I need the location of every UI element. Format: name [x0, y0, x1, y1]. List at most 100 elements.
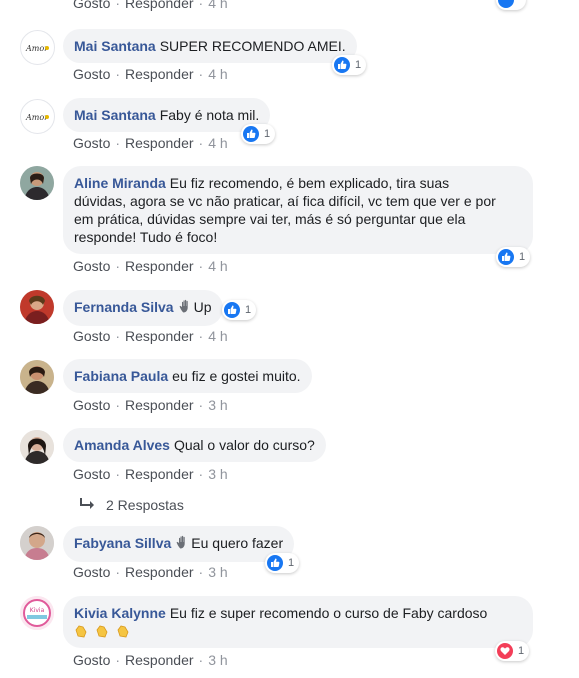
separator-dot: ·: [198, 135, 204, 151]
comment-actions: Gosto · Responder · 4 h: [73, 0, 228, 11]
reaction-count[interactable]: 1: [332, 55, 367, 75]
comment-text-line: dúvidas, agora se vc não praticar, aí fi…: [74, 193, 496, 209]
reaction-count[interactable]: 1: [265, 553, 300, 573]
comment-author[interactable]: Mai Santana: [74, 107, 156, 123]
avatar[interactable]: [20, 526, 54, 560]
separator-dot: ·: [198, 66, 204, 82]
like-icon: [334, 57, 350, 73]
svg-text:Kivia: Kivia: [30, 607, 45, 614]
reply-link[interactable]: Responder: [125, 397, 194, 413]
separator-dot: ·: [198, 0, 204, 11]
avatar[interactable]: [20, 290, 54, 324]
timestamp[interactable]: 3 h: [208, 397, 227, 413]
reaction-count[interactable]: 1: [495, 641, 530, 661]
comment-bubble: Fabiana Paula eu fiz e gostei muito.: [63, 359, 312, 393]
separator-dot: ·: [198, 652, 204, 668]
comment-author[interactable]: Kivia Kalynne: [74, 605, 166, 621]
heart-icon: [497, 643, 513, 659]
timestamp[interactable]: 3 h: [208, 564, 227, 580]
reply-link[interactable]: Responder: [125, 466, 194, 482]
avatar[interactable]: Kivia: [20, 596, 54, 630]
comment-author[interactable]: Aline Miranda: [74, 175, 166, 191]
reply-link[interactable]: Responder: [125, 258, 194, 274]
separator-dot: ·: [198, 466, 204, 482]
reply-link[interactable]: Responder: [125, 135, 194, 151]
like-link[interactable]: Gosto: [73, 135, 110, 151]
like-icon: [267, 555, 283, 571]
comment-bubble: Kivia Kalynne Eu fiz e super recomendo o …: [63, 596, 533, 648]
reply-link[interactable]: Responder: [125, 652, 194, 668]
comment-author[interactable]: Amanda Alves: [74, 437, 170, 453]
like-link[interactable]: Gosto: [73, 466, 110, 482]
reply-arrow-icon: [80, 497, 94, 513]
like-link[interactable]: Gosto: [73, 328, 110, 344]
timestamp[interactable]: 3 h: [208, 466, 227, 482]
separator-dot: ·: [198, 328, 204, 344]
separator-dot: ·: [198, 397, 204, 413]
comment-bubble: Mai Santana Faby é nota mil.: [63, 98, 271, 132]
comment-author[interactable]: Fernanda Silva: [74, 299, 174, 315]
like-link[interactable]: Gosto: [73, 66, 110, 82]
comment-text: Qual o valor do curso?: [173, 437, 315, 453]
comment-bubble: Fabyana Sillva Eu quero fazer: [63, 526, 295, 562]
separator-dot: ·: [115, 652, 121, 668]
separator-dot: ·: [115, 564, 121, 580]
avatar[interactable]: [20, 166, 54, 200]
comment-text-line: responde! Tudo é foco!: [74, 229, 218, 245]
separator-dot: ·: [115, 397, 121, 413]
clapping-hands-icon: [74, 622, 522, 640]
comment-actions: Gosto · Responder · 4 h: [73, 258, 228, 274]
reply-link[interactable]: Responder: [125, 564, 194, 580]
separator-dot: ·: [115, 466, 121, 482]
comment-text: Eu fiz recomendo, é bem explicado, tira …: [169, 175, 450, 191]
separator-dot: ·: [198, 258, 204, 274]
avatar[interactable]: [20, 360, 54, 394]
comment-text: Up: [193, 299, 212, 315]
timestamp[interactable]: 4 h: [208, 328, 227, 344]
separator-dot: ·: [115, 135, 121, 151]
like-icon: [224, 302, 240, 318]
like-link[interactable]: Gosto: [73, 0, 110, 11]
reply-link[interactable]: Responder: [125, 0, 194, 11]
reaction-count[interactable]: 1: [496, 247, 531, 267]
timestamp[interactable]: 4 h: [208, 135, 227, 151]
separator-dot: ·: [198, 564, 204, 580]
like-link[interactable]: Gosto: [73, 564, 110, 580]
comment-author[interactable]: Mai Santana: [74, 38, 156, 54]
separator-dot: ·: [115, 66, 121, 82]
comment-bubble: Amanda Alves Qual o valor do curso?: [63, 428, 326, 462]
like-link[interactable]: Gosto: [73, 258, 110, 274]
timestamp[interactable]: 4 h: [208, 0, 227, 11]
like-link[interactable]: Gosto: [73, 397, 110, 413]
timestamp[interactable]: 4 h: [208, 258, 227, 274]
comment-text: Eu fiz e super recomendo o curso de Faby…: [169, 605, 488, 621]
avatar[interactable]: Amor: [20, 30, 55, 65]
comment-author[interactable]: Fabiana Paula: [74, 368, 168, 384]
reply-link[interactable]: Responder: [125, 66, 194, 82]
comment-author[interactable]: Fabyana Sillva: [74, 535, 171, 551]
separator-dot: ·: [115, 258, 121, 274]
waving-hand-icon: [178, 298, 194, 318]
reaction-count[interactable]: 1: [241, 124, 276, 144]
comment-bubble: Aline Miranda Eu fiz recomendo, é bem exp…: [63, 166, 533, 254]
reaction-number: 1: [355, 59, 362, 71]
reply-link[interactable]: Responder: [125, 328, 194, 344]
replies-count[interactable]: 2 Respostas: [106, 497, 184, 513]
comment-actions: Gosto · Responder · 4 h: [73, 135, 228, 151]
comment-text: SUPER RECOMENDO AMEI.: [159, 38, 346, 54]
timestamp[interactable]: 4 h: [208, 66, 227, 82]
view-replies-link[interactable]: 2 Respostas: [80, 497, 184, 513]
reaction-number: 1: [288, 557, 295, 569]
comment-text: Eu quero fazer: [191, 535, 284, 551]
comment-text: Faby é nota mil.: [159, 107, 260, 123]
avatar[interactable]: Amor: [20, 99, 55, 134]
reaction-count[interactable]: 1: [222, 300, 257, 320]
waving-hand-icon: [175, 534, 191, 554]
comment-actions: Gosto · Responder · 3 h: [73, 652, 228, 668]
timestamp[interactable]: 3 h: [208, 652, 227, 668]
like-icon: [498, 249, 514, 265]
comment-actions: Gosto · Responder · 3 h: [73, 466, 228, 482]
avatar[interactable]: [20, 430, 54, 464]
reaction-count[interactable]: [496, 0, 526, 10]
like-link[interactable]: Gosto: [73, 652, 110, 668]
